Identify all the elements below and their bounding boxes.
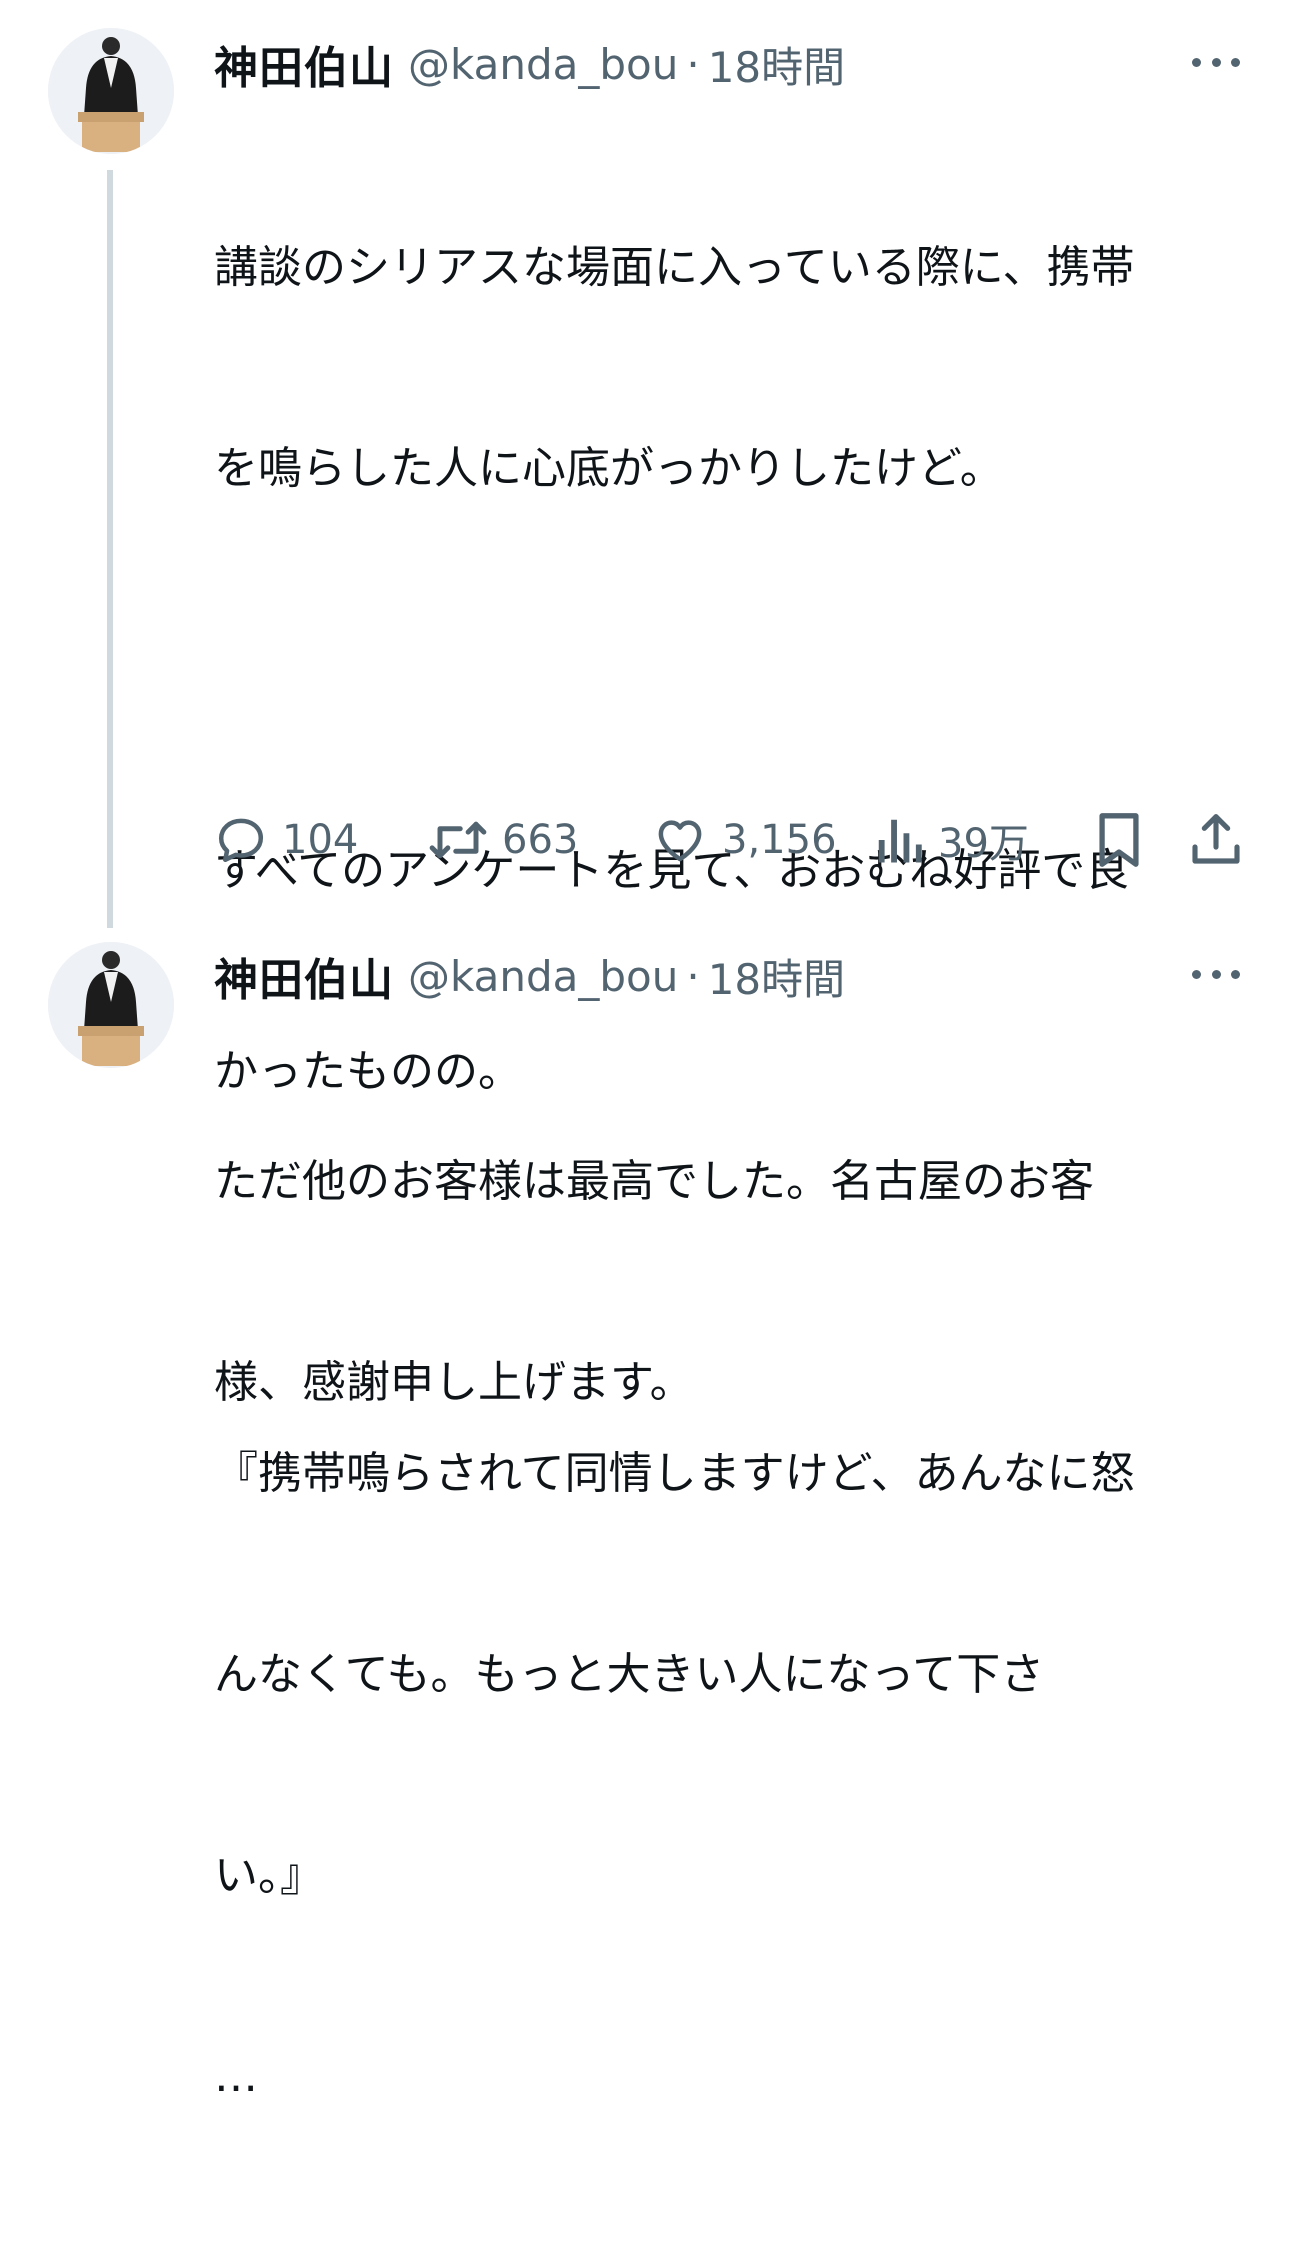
avatar[interactable] <box>48 942 174 1068</box>
reply-count: 104 <box>282 817 359 863</box>
timestamp[interactable]: 18時間 <box>708 34 845 95</box>
share-upload-icon <box>1188 811 1244 869</box>
tweet-header: 神田伯山 @kanda_bou · 18時間 <box>214 32 845 96</box>
timestamp[interactable]: 18時間 <box>708 946 845 1007</box>
like-count: 3,156 <box>722 817 837 863</box>
show-more-ellipsis[interactable]: … <box>214 2043 1224 2110</box>
tweet-1[interactable]: 神田伯山 @kanda_bou · 18時間 講談のシリアスな場面に入っている際… <box>0 0 1300 2102</box>
separator-dot: · <box>686 39 700 89</box>
text-line: んなくても。もっと大きい人になって下さ <box>214 1649 1045 1700</box>
text-line: ただ他のお客様は最高でした。名古屋のお客 <box>214 1156 1094 1207</box>
share-button[interactable] <box>1188 808 1244 872</box>
speech-bubble-icon <box>214 813 268 867</box>
tweet-actions: 104 663 3,156 39万 <box>214 808 1254 872</box>
text-line: い。』 <box>214 1850 324 1901</box>
author-name[interactable]: 神田伯山 <box>214 32 394 96</box>
retweet-arrows-icon <box>428 813 488 867</box>
text-line: 様、感謝申し上げます。 <box>214 1357 694 1408</box>
like-button[interactable]: 3,156 <box>652 808 837 872</box>
tweet-header: 神田伯山 @kanda_bou · 18時間 <box>214 944 845 1008</box>
reply-button[interactable]: 104 <box>214 808 358 872</box>
author-name[interactable]: 神田伯山 <box>214 944 394 1008</box>
author-handle[interactable]: @kanda_bou <box>408 40 678 89</box>
more-dots-icon[interactable] <box>1188 954 1244 994</box>
text-line <box>214 636 1224 703</box>
views-button[interactable]: 39万 <box>874 808 1029 872</box>
retweet-count: 663 <box>502 817 579 863</box>
tweet-2[interactable]: 神田伯山 @kanda_bou · 18時間 ただ他のお客様は最高でした。名古屋… <box>0 930 1300 1408</box>
heart-icon <box>652 813 708 867</box>
thread-line <box>107 170 113 928</box>
text-line: 講談のシリアスな場面に入っている際に、携帯 <box>214 242 1135 293</box>
bar-chart-icon <box>874 813 924 867</box>
tweet-text: ただ他のお客様は最高でした。名古屋のお客 様、感謝申し上げます。 <box>214 1014 1224 1550</box>
bookmark-button[interactable] <box>1094 808 1144 872</box>
bookmark-icon <box>1094 811 1144 869</box>
retweet-button[interactable]: 663 <box>428 808 578 872</box>
separator-dot: · <box>686 951 700 1001</box>
text-line: を鳴らした人に心底がっかりしたけど。 <box>214 443 1004 494</box>
author-handle[interactable]: @kanda_bou <box>408 952 678 1001</box>
views-count: 39万 <box>938 821 1029 867</box>
more-dots-icon[interactable] <box>1188 42 1244 82</box>
avatar[interactable] <box>48 28 174 154</box>
